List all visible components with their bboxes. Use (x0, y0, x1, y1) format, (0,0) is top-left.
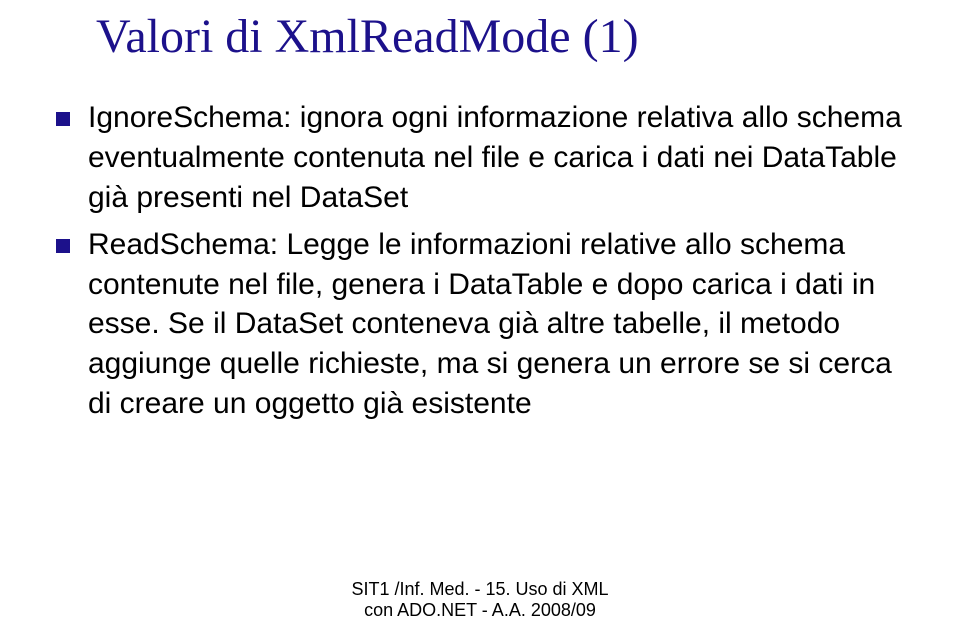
slide: Valori di XmlReadMode (1) IgnoreSchema: … (0, 0, 960, 638)
footer-line-1: SIT1 /Inf. Med. - 15. Uso di XML (0, 579, 960, 601)
slide-footer: SIT1 /Inf. Med. - 15. Uso di XML con ADO… (0, 579, 960, 622)
list-item: ReadSchema: Legge le informazioni relati… (56, 225, 920, 423)
slide-title: Valori di XmlReadMode (1) (96, 12, 920, 62)
bullet-text: IgnoreSchema: ignora ogni informazione r… (88, 98, 918, 217)
list-item: IgnoreSchema: ignora ogni informazione r… (56, 98, 920, 217)
bullet-square-icon (56, 112, 70, 126)
bullet-list: IgnoreSchema: ignora ogni informazione r… (56, 98, 920, 423)
footer-line-2: con ADO.NET - A.A. 2008/09 (0, 600, 960, 622)
bullet-text: ReadSchema: Legge le informazioni relati… (88, 225, 918, 423)
bullet-square-icon (56, 239, 70, 253)
